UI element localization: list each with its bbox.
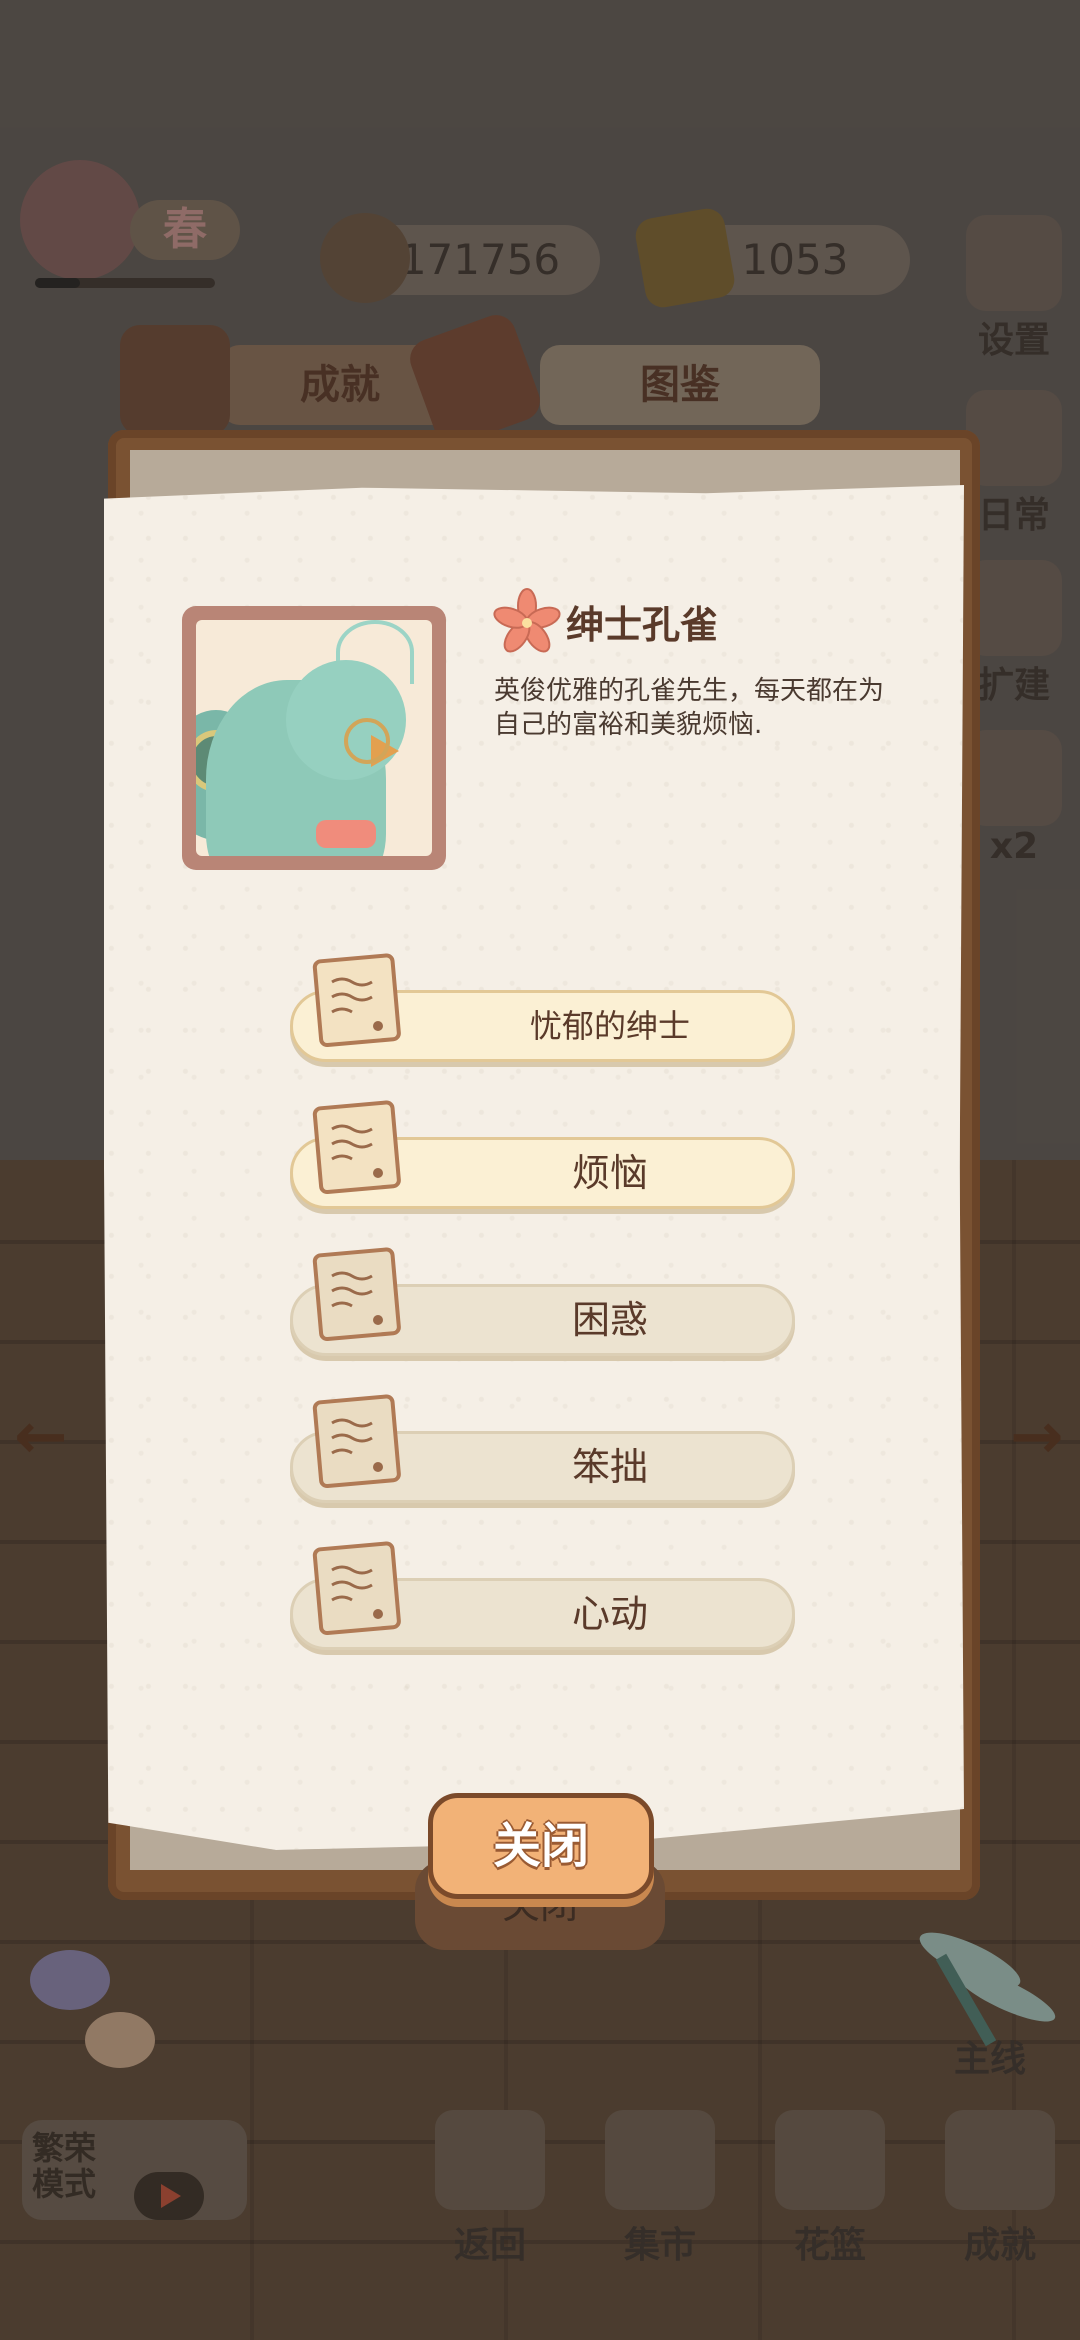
close-button[interactable]: 关闭 xyxy=(428,1793,654,1899)
story-entry-label: 心动 xyxy=(571,1592,648,1636)
story-entry[interactable]: 忧郁的绅士 xyxy=(290,953,795,1072)
story-entry[interactable]: 烦恼 xyxy=(290,1100,795,1219)
character-name: 绅士孔雀 xyxy=(566,603,719,647)
scroll-icon xyxy=(312,1394,401,1489)
story-entry-label: 烦恼 xyxy=(571,1151,648,1195)
bowtie-icon xyxy=(316,820,376,848)
story-entry-label: 困惑 xyxy=(571,1298,648,1342)
story-entry[interactable]: 笨拙 xyxy=(290,1394,795,1513)
scroll-icon xyxy=(312,1541,401,1636)
character-description: 英俊优雅的孔雀先生，每天都在为自己的富裕和美貌烦恼. xyxy=(494,676,885,740)
story-entry-label: 笨拙 xyxy=(571,1445,648,1489)
scroll-icon xyxy=(312,953,401,1048)
scroll-icon xyxy=(312,1100,401,1195)
story-entry-label: 忧郁的绅士 xyxy=(529,1007,690,1045)
monocle-icon xyxy=(344,718,390,764)
flower-icon xyxy=(493,588,561,653)
story-entry[interactable]: 困惑 xyxy=(290,1247,795,1366)
scroll-icon xyxy=(312,1247,401,1342)
character-portrait xyxy=(182,606,446,870)
story-entry[interactable]: 心动 xyxy=(290,1541,795,1660)
